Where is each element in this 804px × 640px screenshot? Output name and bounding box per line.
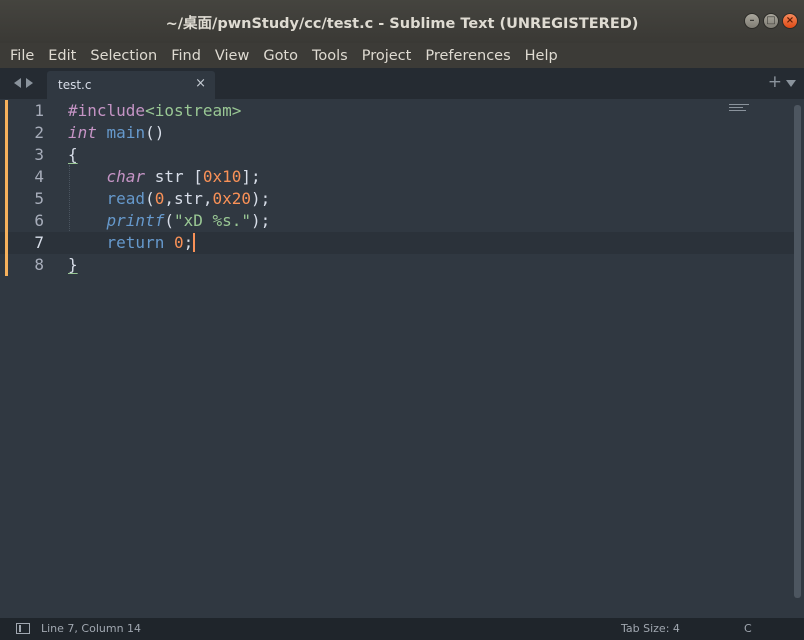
code-line[interactable]: 8} (0, 254, 795, 276)
menu-preferences[interactable]: Preferences (418, 48, 517, 64)
code-token: return (106, 233, 165, 252)
code-text: char str [0x10]; (68, 166, 261, 188)
line-number: 5 (34, 189, 44, 208)
tab-list-dropdown-icon[interactable] (786, 80, 796, 87)
tab-navigation (14, 78, 33, 88)
syntax-indicator[interactable]: C (744, 622, 752, 635)
window-controls: – □ × (744, 13, 798, 29)
code-token: str [ (145, 167, 203, 186)
code-text: { (68, 144, 78, 166)
title-bar: ~/桌面/pwnStudy/cc/test.c - Sublime Text (… (0, 0, 804, 43)
tab-bar: test.c × + (0, 68, 804, 99)
cursor-position: Line 7, Column 14 (41, 622, 142, 635)
code-text: return 0; (68, 232, 196, 254)
code-text: #include<iostream> (68, 100, 241, 122)
code-text: int main() (68, 122, 164, 144)
tab-close-icon[interactable]: × (195, 76, 206, 91)
line-number: 6 (34, 211, 44, 230)
line-number: 7 (34, 233, 44, 252)
menu-file[interactable]: File (3, 48, 41, 64)
menu-bar: File Edit Selection Find View Goto Tools… (0, 43, 804, 68)
text-caret (193, 233, 196, 252)
code-token: #include (68, 101, 146, 120)
menu-project[interactable]: Project (355, 48, 419, 64)
line-number: 8 (34, 255, 44, 274)
code-token: <iostream> (145, 101, 242, 120)
code-token: } (68, 255, 78, 274)
status-bar: Line 7, Column 14 Tab Size: 4 C (0, 618, 804, 640)
code-token: ); (251, 189, 271, 208)
minimap[interactable] (729, 102, 749, 114)
code-token: 0 (154, 189, 165, 208)
menu-view[interactable]: View (208, 48, 256, 64)
code-token: 0x20 (212, 189, 252, 208)
code-token: { (68, 145, 78, 164)
line-number: 2 (34, 123, 44, 142)
code-token: ( (145, 189, 155, 208)
menu-goto[interactable]: Goto (256, 48, 305, 64)
code-token: int (68, 123, 97, 142)
code-text: read(0,str,0x20); (68, 188, 271, 210)
code-token: ]; (241, 167, 261, 186)
code-token: 0x10 (202, 167, 242, 186)
line-number: 3 (34, 145, 44, 164)
code-editor[interactable]: 1 #include<iostream> 2 int main() 3{4 char s… (0, 99, 804, 618)
tab-forward-arrow-icon[interactable] (26, 78, 33, 88)
code-token: ,str, (164, 189, 213, 208)
menu-help[interactable]: Help (518, 48, 565, 64)
code-line[interactable]: 7 return 0; (0, 232, 795, 254)
tab-size-indicator[interactable]: Tab Size: 4 (621, 622, 680, 635)
code-token: ; (183, 233, 194, 252)
code-token: ); (251, 211, 271, 230)
code-token: 0 (173, 233, 184, 252)
menu-tools[interactable]: Tools (305, 48, 355, 64)
code-line[interactable]: 5 read(0,str,0x20); (0, 188, 795, 210)
code-text: } (68, 254, 78, 276)
code-token: main (106, 123, 146, 142)
code-text: printf("xD %s."); (68, 210, 271, 232)
code-token: read (106, 189, 146, 208)
new-tab-plus-icon[interactable]: + (768, 72, 782, 92)
line-number: 4 (34, 167, 44, 186)
code-line[interactable]: 2 int main() (0, 122, 795, 144)
sidebar-toggle-icon[interactable] (16, 623, 30, 634)
maximize-button[interactable]: □ (763, 13, 779, 29)
code-line[interactable]: 4 char str [0x10]; (0, 166, 795, 188)
close-window-button[interactable]: × (782, 13, 798, 29)
menu-find[interactable]: Find (164, 48, 208, 64)
code-token: ( (164, 211, 174, 230)
code-token: printf (106, 211, 165, 230)
code-token: () (145, 123, 165, 142)
vertical-scrollbar[interactable] (794, 105, 801, 598)
minimize-button[interactable]: – (744, 13, 760, 29)
menu-selection[interactable]: Selection (83, 48, 164, 64)
tab-test-c[interactable]: test.c × (47, 71, 215, 99)
code-token: "xD %s." (173, 211, 252, 230)
code-line[interactable]: 1 #include<iostream> (0, 100, 795, 122)
window-title: ~/桌面/pwnStudy/cc/test.c - Sublime Text (… (165, 16, 639, 32)
code-token: char (106, 167, 146, 186)
code-line[interactable]: 6 printf("xD %s."); (0, 210, 795, 232)
tab-back-arrow-icon[interactable] (14, 78, 21, 88)
line-number: 1 (34, 101, 44, 120)
code-line[interactable]: 3{ (0, 144, 795, 166)
menu-edit[interactable]: Edit (41, 48, 83, 64)
tab-label: test.c (58, 78, 92, 92)
